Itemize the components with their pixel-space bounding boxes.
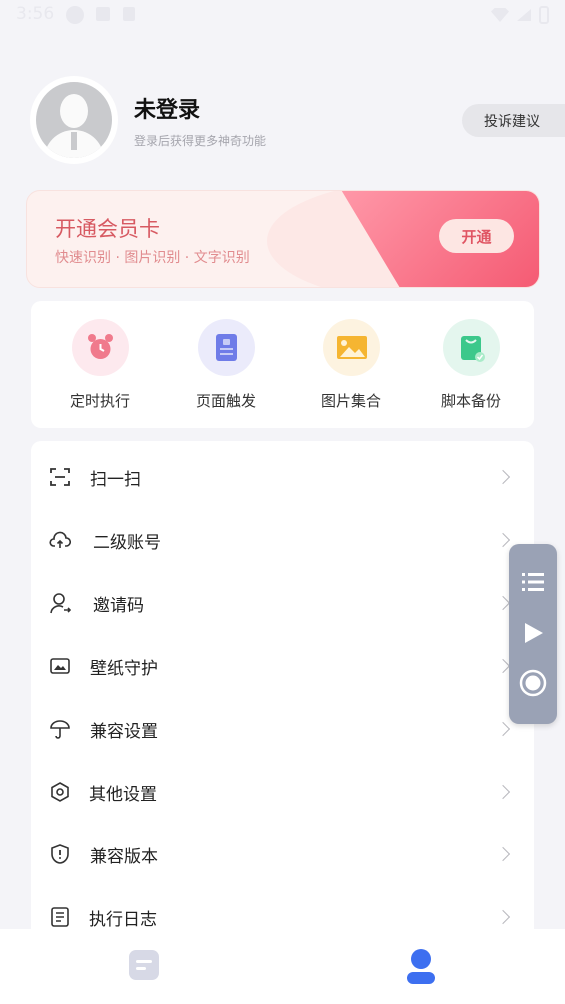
shortcut-label: 脚本备份 [440, 392, 501, 410]
scan-icon [50, 468, 70, 486]
menu-item-sub-account[interactable]: 二级账号 [31, 509, 534, 571]
menu-item-compat-settings[interactable]: 兼容设置 [31, 698, 534, 760]
shortcut-script-backup[interactable]: 脚本备份 [416, 319, 526, 411]
shortcut-image-set[interactable]: 图片集合 [296, 319, 406, 411]
chevron-right-icon [495, 846, 511, 862]
vip-title: 开通会员卡 [55, 217, 160, 241]
log-icon [51, 907, 69, 927]
wallpaper-icon [50, 658, 70, 674]
wifi-icon [491, 8, 509, 22]
alarm-clock-icon [71, 319, 129, 376]
document-tab-icon [129, 950, 159, 980]
menu-item-compat-version[interactable]: 兼容版本 [31, 823, 534, 885]
chevron-right-icon [495, 469, 511, 485]
avatar[interactable] [30, 76, 118, 164]
bottom-nav [0, 929, 565, 1004]
chevron-right-icon [495, 909, 511, 925]
menu-item-wallpaper-guard[interactable]: 壁纸守护 [31, 635, 534, 697]
menu-item-scan[interactable]: 扫一扫 [31, 446, 534, 508]
cloud-upload-icon [49, 531, 71, 548]
list-icon[interactable] [509, 562, 557, 602]
menu-item-label: 二级账号 [93, 532, 161, 553]
menu-item-label: 兼容设置 [90, 721, 158, 742]
status-bar: 3:56 [0, 0, 565, 30]
feedback-button[interactable]: 投诉建议 [462, 104, 565, 137]
menu-item-label: 其他设置 [89, 784, 157, 805]
vip-card[interactable]: 开通会员卡 快速识别 · 图片识别 · 文字识别 开通 [26, 190, 540, 288]
menu-item-label: 扫一扫 [90, 469, 141, 490]
image-icon [322, 319, 380, 376]
default-avatar-icon [36, 82, 112, 158]
menu-item-other-settings[interactable]: 其他设置 [31, 761, 534, 823]
home-tab[interactable] [126, 947, 166, 987]
vip-open-button[interactable]: 开通 [439, 219, 514, 253]
status-time: 3:56 [16, 4, 55, 24]
shortcut-label: 图片集合 [320, 392, 381, 410]
shortcut-page-trigger[interactable]: 页面触发 [171, 319, 281, 411]
shortcut-grid: 定时执行 页面触发 图片集合 脚本备份 [31, 301, 534, 428]
shopping-bag-icon [442, 319, 500, 376]
download-icon [123, 7, 135, 21]
signal-icon [517, 9, 531, 21]
play-icon[interactable] [509, 613, 557, 653]
status-notification-icon [96, 7, 110, 21]
floating-toolbar[interactable] [509, 544, 557, 724]
shortcut-timed-exec[interactable]: 定时执行 [45, 319, 155, 411]
hexagon-settings-icon [51, 782, 69, 802]
vip-description: 快速识别 · 图片识别 · 文字识别 [55, 250, 250, 266]
battery-icon [539, 6, 549, 24]
menu-item-label: 执行日志 [89, 909, 157, 930]
document-icon [197, 319, 255, 376]
chevron-right-icon [495, 784, 511, 800]
user-invite-icon [50, 593, 71, 614]
status-app-icon [66, 6, 84, 24]
menu-item-label: 壁纸守护 [90, 658, 158, 679]
chevron-right-icon [495, 721, 511, 737]
chevron-right-icon [495, 532, 511, 548]
shortcut-label: 页面触发 [195, 392, 256, 410]
shield-icon [51, 844, 69, 864]
umbrella-icon [50, 720, 70, 739]
person-tab-icon [407, 949, 435, 984]
user-name[interactable]: 未登录 [134, 92, 200, 124]
record-icon[interactable] [509, 663, 557, 703]
chevron-right-icon [495, 595, 511, 611]
menu-item-label: 兼容版本 [90, 846, 158, 867]
status-indicators [491, 6, 549, 24]
shortcut-label: 定时执行 [69, 392, 130, 410]
profile-tab[interactable] [401, 947, 441, 987]
menu-item-label: 邀请码 [93, 595, 144, 616]
menu-item-invite-code[interactable]: 邀请码 [31, 572, 534, 634]
login-hint: 登录后获得更多神奇功能 [134, 134, 267, 148]
settings-menu: 扫一扫 二级账号 邀请码 壁纸守护 兼容设置 其他设置 兼容版本 执行日志 [31, 441, 534, 941]
chevron-right-icon [495, 658, 511, 674]
